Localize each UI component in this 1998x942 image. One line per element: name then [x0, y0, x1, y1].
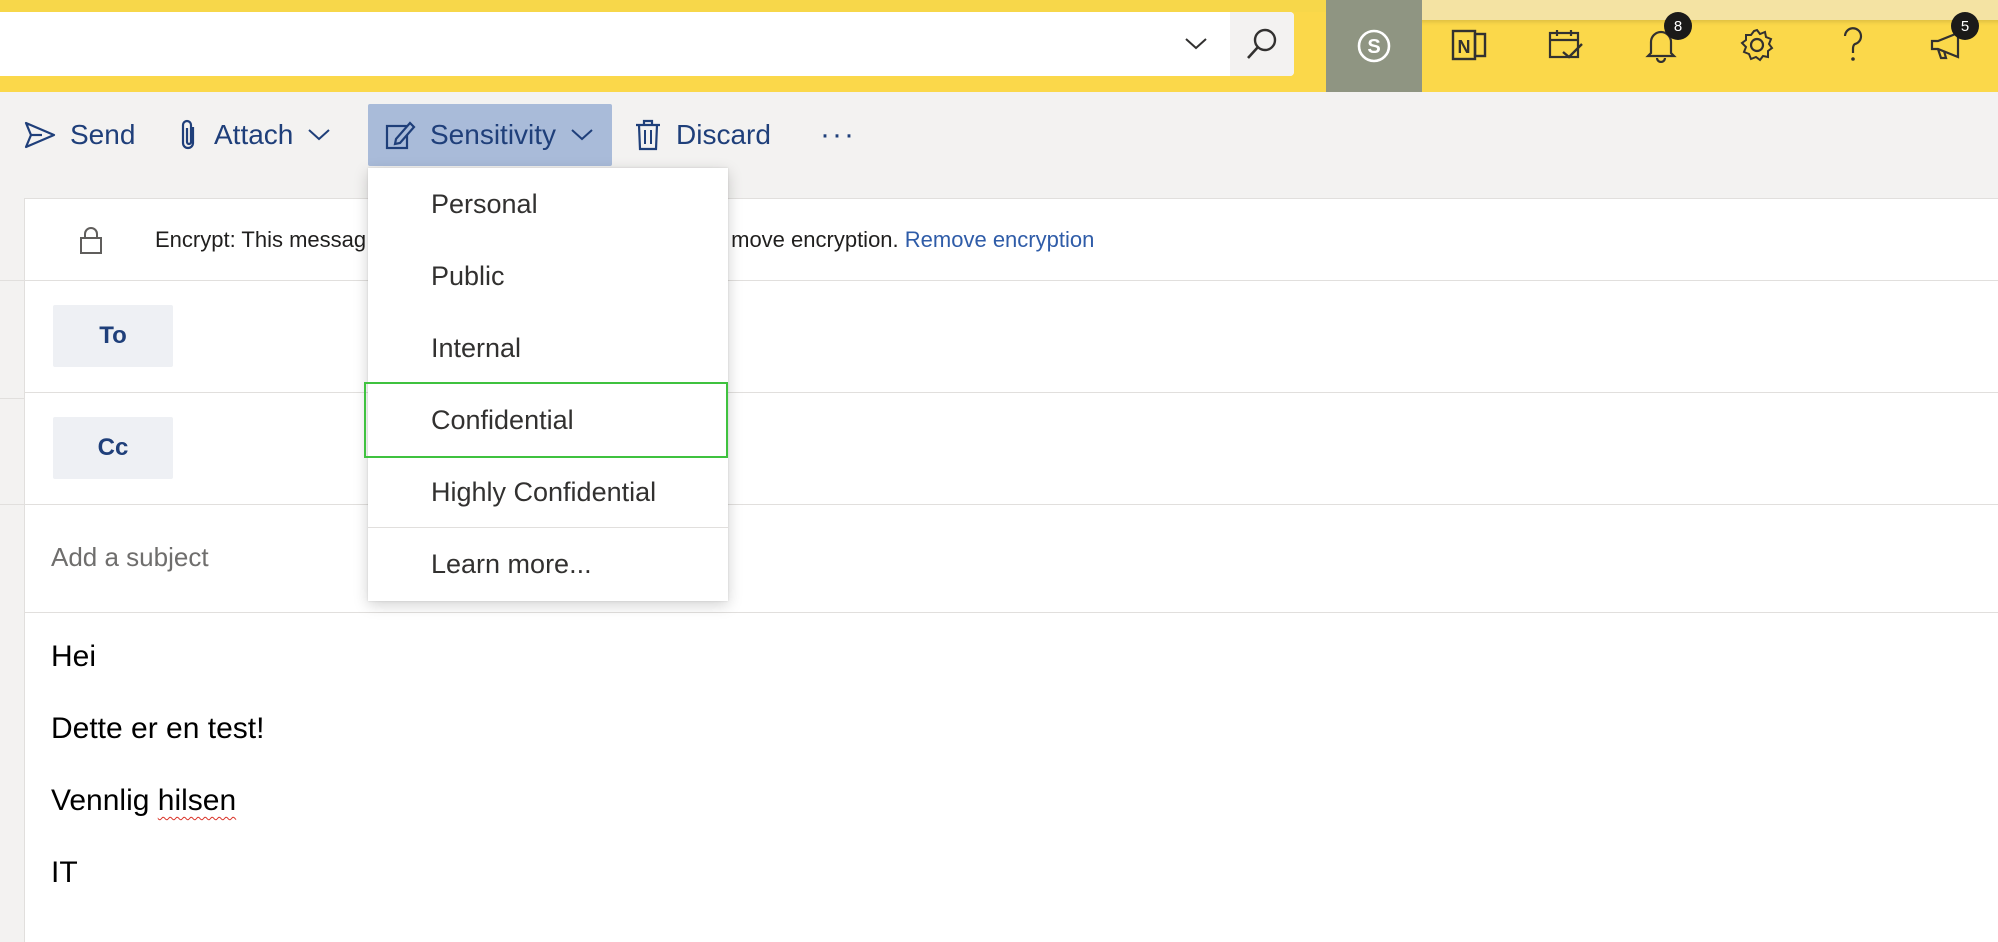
body-line: IT: [51, 856, 78, 889]
send-icon: [24, 121, 56, 149]
gear-icon: [1740, 28, 1774, 62]
to-button[interactable]: To: [53, 305, 173, 367]
menu-item-public[interactable]: Public: [368, 240, 728, 312]
subject-row: [25, 505, 1998, 613]
encryption-banner: Encrypt: This messag move encryption. Rem…: [25, 199, 1998, 281]
gutter-divider: [0, 280, 24, 281]
skype-icon: S: [1357, 29, 1391, 63]
attach-button[interactable]: Attach: [178, 104, 331, 166]
my-day-button[interactable]: [1538, 20, 1594, 70]
settings-button[interactable]: [1729, 20, 1785, 70]
more-icon: ···: [820, 118, 856, 151]
to-row: To: [25, 281, 1998, 393]
encryption-text-end: move encryption.: [731, 227, 899, 252]
encryption-text-start: Encrypt: This messag: [155, 227, 367, 252]
gutter-divider: [0, 504, 24, 505]
misspelled-word[interactable]: hilsen: [158, 784, 236, 817]
menu-item-confidential[interactable]: Confidential: [364, 382, 728, 458]
body-line: Dette er en test!: [51, 712, 265, 745]
attach-label: Attach: [214, 119, 294, 150]
feedback-badge: 5: [1951, 12, 1979, 40]
search-input[interactable]: [0, 12, 1160, 76]
skype-button[interactable]: S: [1326, 0, 1422, 92]
compose-form: Encrypt: This messag move encryption. Rem…: [24, 198, 1998, 942]
send-button[interactable]: Send: [24, 104, 135, 166]
svg-text:S: S: [1367, 36, 1380, 58]
trash-icon: [636, 119, 660, 151]
menu-item-learn-more[interactable]: Learn more...: [368, 528, 728, 600]
paperclip-icon: [181, 119, 195, 150]
sensitivity-label: Sensitivity: [430, 119, 557, 150]
top-bar: S N 8 5: [0, 0, 1998, 92]
search-button[interactable]: [1230, 12, 1294, 76]
onenote-button[interactable]: N: [1442, 20, 1498, 70]
help-button[interactable]: [1825, 20, 1881, 70]
message-body[interactable]: Hei Dette er en test! Vennlig hilsen IT: [51, 639, 1951, 927]
body-text: Vennlig: [51, 784, 158, 817]
notifications-badge: 8: [1664, 12, 1692, 40]
cc-row: Cc: [25, 393, 1998, 505]
search-icon: [1247, 28, 1277, 59]
help-icon: [1843, 27, 1863, 61]
body-line: Hei: [51, 640, 97, 673]
discard-label: Discard: [676, 119, 771, 150]
remove-encryption-link[interactable]: Remove encryption: [905, 227, 1095, 252]
cc-button[interactable]: Cc: [53, 417, 173, 479]
more-actions-button[interactable]: ···: [820, 104, 856, 166]
lock-icon: [80, 227, 102, 254]
attach-chevron-down-icon[interactable]: [307, 128, 331, 142]
command-bar: Send Attach Sensitivity Discard ···: [0, 92, 1998, 180]
calendar-check-icon: [1548, 30, 1583, 59]
search-box: [0, 12, 1294, 76]
menu-item-internal[interactable]: Internal: [368, 312, 728, 384]
discard-button[interactable]: Discard: [634, 104, 771, 166]
onenote-icon: N: [1451, 29, 1487, 61]
sensitivity-chevron-down-icon[interactable]: [570, 128, 594, 142]
sensitivity-icon: [385, 121, 416, 150]
search-scope-chevron-icon[interactable]: [1176, 28, 1216, 60]
send-label: Send: [70, 119, 136, 150]
gutter-divider: [0, 398, 24, 399]
body-line: Vennlig hilsen: [51, 783, 1951, 819]
menu-item-personal[interactable]: Personal: [368, 168, 728, 240]
menu-item-highly-confidential[interactable]: Highly Confidential: [368, 456, 728, 528]
svg-text:N: N: [1458, 37, 1471, 57]
sensitivity-button[interactable]: Sensitivity: [368, 104, 612, 166]
sensitivity-menu: Personal Public Internal Confidential Hi…: [364, 168, 728, 601]
